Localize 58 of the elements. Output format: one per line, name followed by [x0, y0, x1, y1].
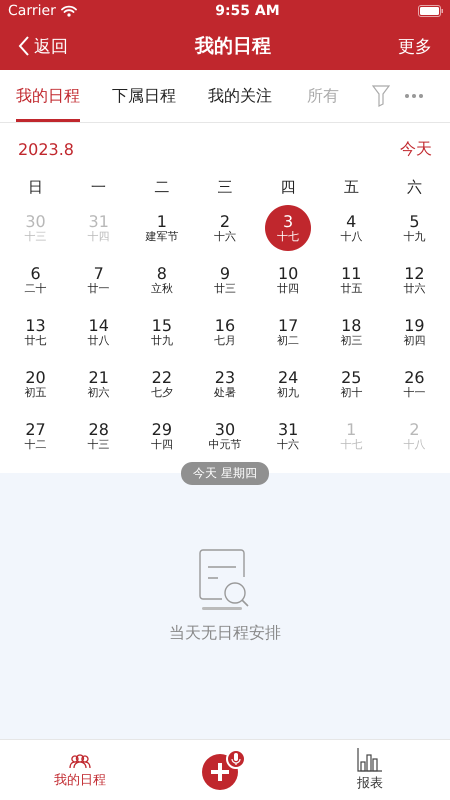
calendar-day[interactable]: 5 十九	[391, 205, 438, 251]
weekday-label: 五	[342, 177, 360, 198]
calendar-day[interactable]: 26 十一	[391, 361, 438, 407]
back-button[interactable]: 返回	[18, 34, 68, 58]
calendar-day[interactable]: 2 十六	[202, 205, 248, 251]
month-label: 2023.8	[18, 140, 74, 158]
weekday-label: 六	[406, 177, 423, 198]
calendar-day[interactable]: 6 二十	[12, 257, 59, 303]
calendar-day[interactable]: 16 七月	[202, 309, 248, 355]
calendar-day[interactable]: 3 十七	[265, 205, 312, 251]
status-time: 9:55 AM	[215, 3, 280, 19]
empty-message: 当天无日程安排	[169, 623, 281, 644]
calendar-day[interactable]: 31 十六	[265, 413, 312, 459]
calendar-day[interactable]: 29 十四	[138, 413, 185, 459]
battery-icon	[418, 5, 444, 17]
filter-icon[interactable]	[372, 85, 390, 107]
calendar-day[interactable]: 28 十三	[76, 413, 122, 459]
bar-chart-icon	[357, 748, 383, 772]
calendar-day[interactable]: 25 初十	[328, 361, 374, 407]
calendar-day[interactable]: 1 建军节	[138, 205, 185, 251]
calendar-day[interactable]: 8 立秋	[138, 257, 185, 303]
today-label: 今天 星期四	[181, 462, 269, 485]
tab[interactable]: 我的日程	[16, 70, 80, 122]
calendar-day[interactable]: 14 廿八	[76, 309, 122, 355]
calendar-day[interactable]: 27 十二	[12, 413, 59, 459]
calendar-day[interactable]: 9 廿三	[202, 257, 248, 303]
calendar-day[interactable]: 18 初三	[328, 309, 374, 355]
calendar-day[interactable]: 17 初二	[265, 309, 312, 355]
carrier-name: Carrier	[8, 3, 56, 19]
weekday-label: 四	[280, 177, 297, 198]
page-title: 我的日程	[195, 34, 271, 59]
calendar-day[interactable]: 7 廿一	[76, 257, 122, 303]
wifi-icon	[60, 5, 77, 17]
weekday-label: 二	[153, 177, 170, 198]
weekday-label: 日	[27, 177, 44, 198]
more-icon[interactable]	[404, 93, 424, 99]
calendar-day[interactable]: 30 中元节	[202, 413, 248, 459]
calendar-day[interactable]: 23 处暑	[202, 361, 248, 407]
more-button[interactable]: 更多	[398, 34, 432, 58]
calendar-day[interactable]: 24 初九	[265, 361, 312, 407]
calendar-day[interactable]: 10 廿四	[265, 257, 312, 303]
calendar-day[interactable]: 12 廿六	[391, 257, 438, 303]
calendar-day[interactable]: 13 廿七	[12, 309, 59, 355]
tab[interactable]: 下属日程	[112, 70, 176, 122]
calendar-day[interactable]: 19 初四	[391, 309, 438, 355]
tab[interactable]: 我的关注	[208, 70, 272, 122]
tab-bar-item[interactable]: 我的日程	[40, 751, 120, 789]
weekday-label: 一	[90, 177, 108, 198]
calendar-day[interactable]: 22 七夕	[138, 361, 185, 407]
calendar-day[interactable]: 20 初五	[12, 361, 59, 407]
today-button[interactable]: 今天	[400, 138, 432, 160]
weekday-label: 三	[216, 177, 234, 198]
calendar-day[interactable]: 21 初六	[76, 361, 122, 407]
calendar-day[interactable]: 4 十八	[328, 205, 374, 251]
chevron-left-icon	[18, 36, 30, 56]
tab-bar-item[interactable]: 报表	[330, 748, 410, 792]
calendar-day[interactable]: 11 廿五	[328, 257, 374, 303]
calendar-day[interactable]: 15 廿九	[138, 309, 185, 355]
